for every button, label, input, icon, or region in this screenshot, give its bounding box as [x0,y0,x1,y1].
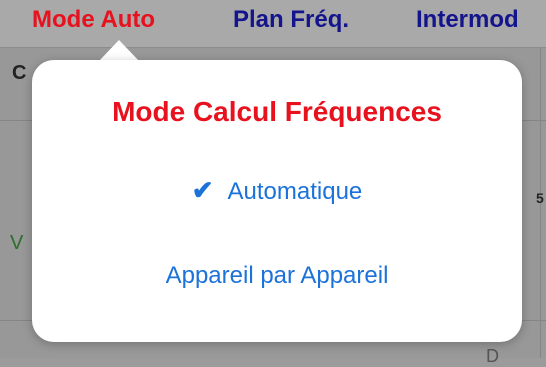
tab-intermod[interactable]: Intermod [416,6,519,34]
option-appareil-label: Appareil par Appareil [165,262,389,289]
popover-arrow [99,40,139,61]
popover-title: Mode Calcul Fréquences [112,96,442,127]
tab-bar: Mode Auto Plan Fréq. Intermod [0,0,546,48]
background-bottom-text: D [486,346,499,366]
option-automatique[interactable]: ✔ Automatique [32,175,522,206]
mode-popover: Mode Calcul Fréquences ✔ Automatique Appa… [32,60,522,342]
option-appareil-par-appareil[interactable]: Appareil par Appareil [32,262,522,290]
background-header-text: C [12,62,27,84]
checkmark-icon: ✔ [191,175,214,205]
tab-mode-auto[interactable]: Mode Auto [32,6,155,34]
option-automatique-label: Automatique [227,178,363,205]
background-green-text: V [10,232,24,254]
tab-plan-frequences[interactable]: Plan Fréq. [233,6,349,34]
background-side-text: 5 [536,190,544,206]
